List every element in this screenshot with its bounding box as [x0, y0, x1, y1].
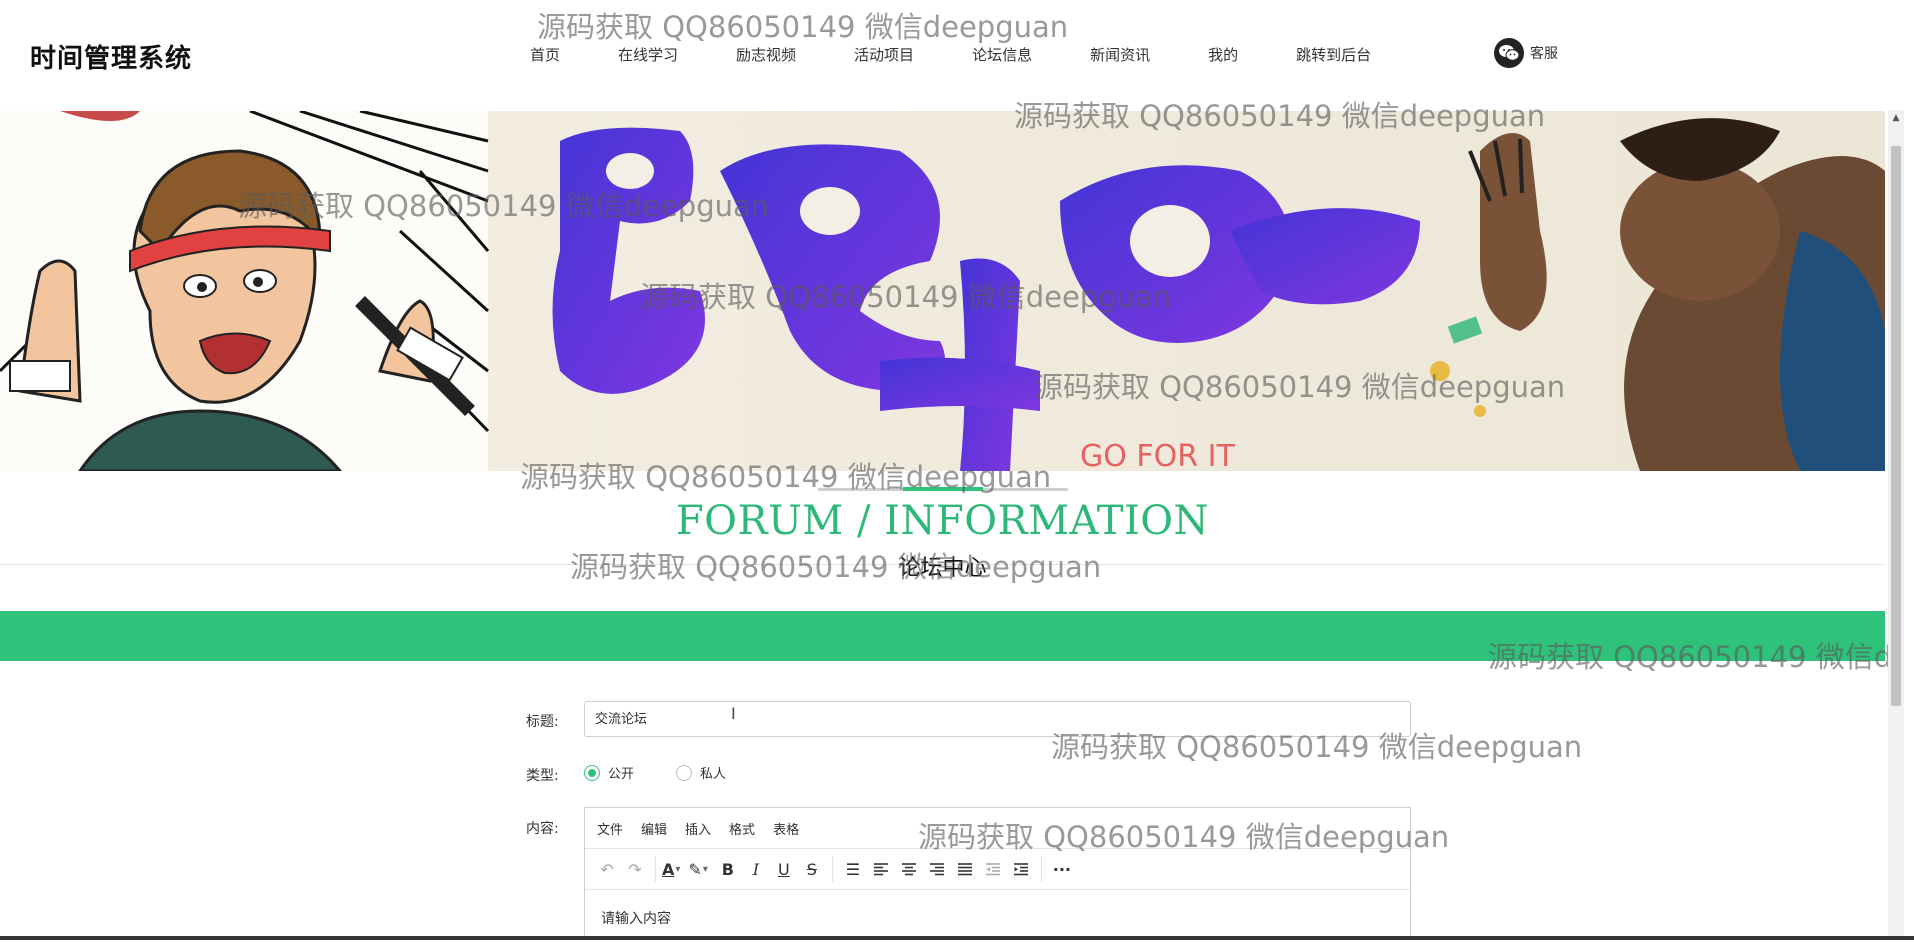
- menu-insert[interactable]: 插入: [685, 819, 711, 838]
- align-center-icon[interactable]: [895, 855, 923, 883]
- more-options-icon[interactable]: ···: [1048, 855, 1076, 883]
- nav-motivational-video[interactable]: 励志视频: [736, 42, 796, 67]
- cartoon-badminton-player: [0, 111, 490, 471]
- radio-unchecked-icon: [676, 764, 693, 781]
- site-brand[interactable]: 时间管理系统: [30, 38, 192, 75]
- title-label: 标题:: [526, 714, 559, 730]
- nav-forum[interactable]: 论坛信息: [972, 42, 1032, 67]
- type-public-label: 公开: [608, 767, 635, 782]
- italic-icon[interactable]: I: [742, 855, 770, 883]
- page-scrollbar[interactable]: ▲: [1888, 110, 1904, 940]
- menu-file[interactable]: 文件: [597, 819, 623, 838]
- type-public-radio[interactable]: 公开: [584, 763, 634, 782]
- align-left-icon[interactable]: [867, 855, 895, 883]
- rich-text-editor: 文件 编辑 插入 格式 表格 ↶ ↷ A ▾ ✎ ▾ B I U S ☰ ···…: [584, 807, 1411, 940]
- text-color-icon[interactable]: A ▾: [662, 855, 680, 883]
- section-decoration: [818, 487, 1068, 491]
- scroll-up-icon[interactable]: ▲: [1888, 110, 1904, 126]
- content-label: 内容:: [526, 821, 559, 837]
- window-bottom-edge: [0, 936, 1914, 940]
- underline-icon[interactable]: U: [770, 855, 798, 883]
- section-title: FORUM / INFORMATION: [675, 498, 1210, 544]
- nav-mine[interactable]: 我的: [1208, 42, 1238, 67]
- main-nav: 首页 在线学习 励志视频 活动项目 论坛信息 新闻资讯 我的 跳转到后台: [530, 42, 1371, 67]
- nav-admin[interactable]: 跳转到后台: [1296, 42, 1371, 67]
- menu-format[interactable]: 格式: [729, 819, 755, 838]
- align-justify-icon[interactable]: [951, 855, 979, 883]
- type-label: 类型:: [526, 768, 559, 784]
- undo-icon[interactable]: ↶: [593, 855, 621, 883]
- radio-checked-icon: [584, 764, 600, 781]
- bold-icon[interactable]: B: [714, 855, 742, 883]
- customer-service[interactable]: 客服: [1494, 38, 1558, 68]
- menu-table[interactable]: 表格: [773, 819, 799, 838]
- title-input[interactable]: 交流论坛: [584, 701, 1411, 737]
- customer-service-label: 客服: [1530, 46, 1558, 62]
- indent-icon[interactable]: [1007, 855, 1035, 883]
- strikethrough-icon[interactable]: S: [798, 855, 826, 883]
- nav-news[interactable]: 新闻资讯: [1090, 42, 1150, 67]
- outdent-icon[interactable]: [979, 855, 1007, 883]
- type-radio-group: 公开 私人: [584, 763, 726, 782]
- menu-edit[interactable]: 编辑: [641, 819, 667, 838]
- type-private-label: 私人: [700, 767, 727, 782]
- wechat-icon: [1494, 38, 1524, 68]
- type-private-radio[interactable]: 私人: [676, 763, 726, 782]
- redo-icon[interactable]: ↷: [621, 855, 649, 883]
- editor-menubar: 文件 编辑 插入 格式 表格: [585, 808, 1410, 849]
- line-height-icon[interactable]: ☰: [839, 855, 867, 883]
- text-cursor-icon: I: [731, 704, 736, 723]
- highlight-color-icon[interactable]: ✎ ▾: [688, 855, 707, 883]
- hero-banner: GO FOR IT: [0, 111, 1885, 471]
- scroll-thumb[interactable]: [1891, 146, 1901, 706]
- align-right-icon[interactable]: [923, 855, 951, 883]
- site-header: 时间管理系统 首页 在线学习 励志视频 活动项目 论坛信息 新闻资讯 我的 跳转…: [0, 0, 1890, 110]
- section-subtitle: 论坛中心: [898, 556, 987, 581]
- editor-toolbar: ↶ ↷ A ▾ ✎ ▾ B I U S ☰ ···: [585, 849, 1410, 890]
- nav-online-learning[interactable]: 在线学习: [618, 42, 678, 67]
- nav-activities[interactable]: 活动项目: [854, 42, 914, 67]
- section-band: [0, 611, 1885, 661]
- svg-text:GO FOR IT: GO FOR IT: [1080, 439, 1235, 471]
- nav-home[interactable]: 首页: [530, 42, 560, 67]
